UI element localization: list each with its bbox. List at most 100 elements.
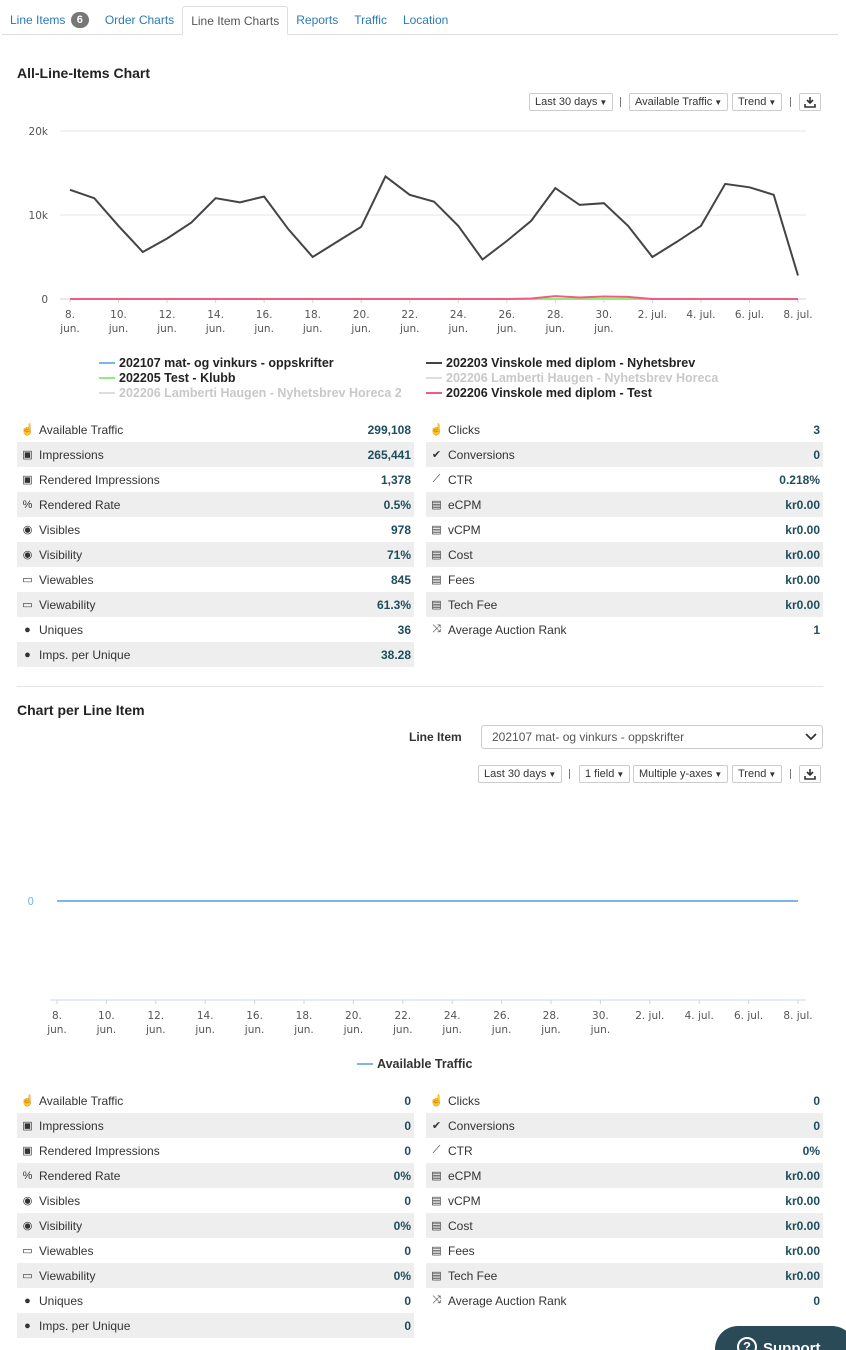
tab-traffic[interactable]: Traffic <box>346 6 395 35</box>
x-tick-label: 26. jun. <box>496 309 517 335</box>
date-range-dropdown-2[interactable]: Last 30 days ▼ <box>478 765 563 783</box>
hand-icon: ☝ <box>20 424 35 436</box>
y-tick-label: 20k <box>29 126 49 138</box>
monitor-icon: ▭ <box>22 574 33 586</box>
tab-bar: Line Items 6 Order Charts Line Item Char… <box>2 6 838 35</box>
legend-item[interactable]: 202203 Vinskole med diplom - Nyhetsbrev <box>426 356 695 370</box>
legend-item[interactable]: 202206 Lamberti Haugen - Nyhetsbrev Hore… <box>99 386 402 400</box>
dropdown-label: Last 30 days <box>484 768 547 780</box>
legend-label: 202206 Lamberti Haugen - Nyhetsbrev Hore… <box>446 371 719 385</box>
x-tick-label: 2. jul. <box>635 1010 664 1022</box>
section-title-all-line-items: All-Line-Items Chart <box>17 65 151 81</box>
stat-label-group: ☝ Clicks <box>429 423 480 437</box>
stat-value: 0 <box>813 1093 820 1108</box>
stat-value: kr0.00 <box>785 597 820 612</box>
image-icon: ▣ <box>22 474 33 486</box>
stat-label: Available Traffic <box>39 1093 124 1108</box>
stat-value: 0% <box>393 1218 411 1233</box>
stat-label: Visibles <box>39 522 81 537</box>
x-tick-label: 22. jun. <box>392 1010 413 1036</box>
dropdown-label: Trend <box>738 96 767 108</box>
chart-mode-dropdown-2[interactable]: Trend ▼ <box>732 765 783 783</box>
stat-label: vCPM <box>448 522 481 537</box>
date-range-dropdown[interactable]: Last 30 days ▼ <box>529 93 614 111</box>
image-icon: ▣ <box>22 1120 33 1132</box>
stat-label-group: ▤ Fees <box>429 1244 474 1258</box>
series-line[interactable] <box>70 295 798 300</box>
stat-label: Imps. per Unique <box>39 647 131 662</box>
x-tick-label: 16. jun. <box>253 309 274 335</box>
check-icon: ✔ <box>431 1120 442 1132</box>
line-chart-icon: ⟋ <box>432 473 441 485</box>
x-tick-label: 28. jun. <box>540 1010 561 1036</box>
stat-row: ▤ Fees kr0.00 <box>426 567 823 592</box>
stat-row: ⤨ Average Auction Rank 1 <box>426 617 823 642</box>
stat-label-group: ▤ eCPM <box>429 498 481 512</box>
stat-row: ▭ Viewables 0 <box>17 1238 414 1263</box>
stat-label: Imps. per Unique <box>39 1318 131 1333</box>
x-tick-label: 18. jun. <box>302 309 323 335</box>
legend-item[interactable]: Available Traffic <box>357 1057 472 1071</box>
tab-location[interactable]: Location <box>395 6 456 35</box>
x-tick-label: 8. jul. <box>783 309 812 321</box>
stat-row: ◉ Visibles 978 <box>17 517 414 542</box>
tab-reports[interactable]: Reports <box>288 6 346 35</box>
stat-label: vCPM <box>448 1193 481 1208</box>
stat-label: Clicks <box>448 422 480 437</box>
stat-label: CTR <box>448 472 473 487</box>
tab-order-charts[interactable]: Order Charts <box>97 6 182 35</box>
download-button-2[interactable] <box>799 765 821 783</box>
stats-panel-right: ☝ Clicks 3 ✔ Conversions 0 ⟋ CTR 0.218% ▤ eCPM kr0.… <box>426 417 823 642</box>
stat-row: ✔ Conversions 0 <box>426 442 823 467</box>
stat-label-group: ☝ Available Traffic <box>20 1093 124 1108</box>
x-tick-label: 30. jun. <box>593 309 614 335</box>
stat-label-group: ▭ Viewability <box>20 1269 95 1283</box>
stat-value: 0 <box>404 1093 411 1108</box>
stat-row: ▤ Tech Fee kr0.00 <box>426 1263 823 1288</box>
stat-label-group: ▤ Tech Fee <box>429 598 497 612</box>
legend-label: 202203 Vinskole med diplom - Nyhetsbrev <box>446 356 696 370</box>
stats-panel-left-2: ☝ Available Traffic 0 ▣ Impressions 0 ▣ Rendere… <box>17 1088 414 1338</box>
legend-swatch <box>426 392 442 394</box>
per-line-item-chart: 0 8. jun. 10. jun. 12. jun. 14. jun. 16. jun. 18. ju… <box>27 896 812 1036</box>
stat-value: 265,441 <box>367 447 411 462</box>
legend-label: 202107 mat- og vinkurs - oppskrifter <box>119 356 334 370</box>
legend-item[interactable]: 202206 Lamberti Haugen - Nyhetsbrev Hore… <box>426 371 718 385</box>
dropdown-label: Last 30 days <box>535 96 598 108</box>
tab-line-items[interactable]: Line Items 6 <box>2 6 97 35</box>
legend-item[interactable]: 202205 Test - Klubb <box>99 371 235 385</box>
download-button[interactable] <box>799 93 821 111</box>
x-tick-label: 28. jun. <box>545 309 566 335</box>
support-button[interactable]: ? Support <box>715 1326 846 1350</box>
x-tick-label: 18. jun. <box>293 1010 314 1036</box>
stat-row: ▤ vCPM kr0.00 <box>426 1188 823 1213</box>
stat-row: % Rendered Rate 0% <box>17 1163 414 1188</box>
chart-mode-dropdown[interactable]: Trend ▼ <box>732 93 783 111</box>
x-tick-label: 20. jun. <box>343 1010 364 1036</box>
tab-line-item-charts[interactable]: Line Item Charts <box>182 6 289 35</box>
stat-label-group: ▤ Tech Fee <box>429 1269 497 1283</box>
eye-icon: ◉ <box>22 549 33 561</box>
metric-dropdown[interactable]: Available Traffic ▼ <box>629 93 729 111</box>
stat-label-group: ◉ Visibility <box>20 1219 82 1233</box>
stat-label: Viewables <box>39 572 94 587</box>
stat-label-group: ● Imps. per Unique <box>20 648 130 662</box>
x-tick-label: 6. jul. <box>735 309 764 321</box>
y-axes-dropdown[interactable]: Multiple y-axes ▼ <box>633 765 729 783</box>
pointer-icon: ☝ <box>429 424 444 436</box>
legend-item[interactable]: 202107 mat- og vinkurs - oppskrifter <box>99 356 334 370</box>
legend-swatch <box>99 362 115 364</box>
legend-item[interactable]: 202206 Vinskole med diplom - Test <box>426 386 652 400</box>
stat-row: ☝ Clicks 3 <box>426 417 823 442</box>
line-item-select[interactable]: 202107 mat- og vinkurs - oppskrifter <box>481 725 823 749</box>
field-count-dropdown[interactable]: 1 field ▼ <box>579 765 631 783</box>
stat-value: 3 <box>813 422 820 437</box>
all-line-items-chart: 0 10k 20k 8. jun. 10. jun. 12. jun. 14. jun. 16. jun… <box>29 126 813 335</box>
stat-label-group: ▤ Cost <box>429 1219 472 1233</box>
download-icon <box>804 97 816 108</box>
stat-value: 0 <box>404 1193 411 1208</box>
user-icon: ● <box>24 1319 31 1332</box>
stat-value: 978 <box>390 522 411 537</box>
series-line[interactable] <box>69 174 799 276</box>
stat-row: ▣ Rendered Impressions 1,378 <box>17 467 414 492</box>
